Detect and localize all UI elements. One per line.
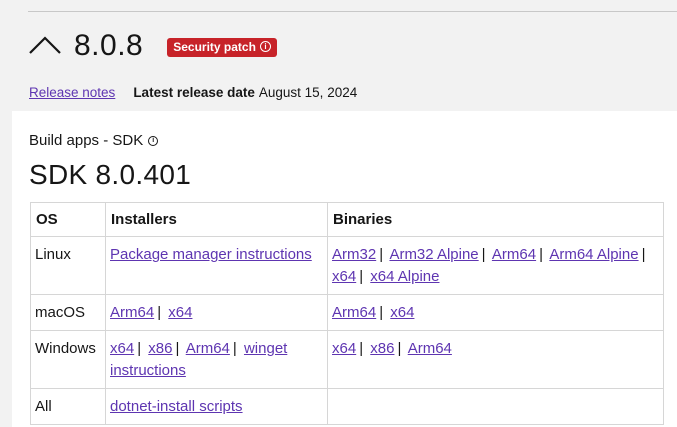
release-meta: Release notes Latest release date August…	[29, 85, 357, 100]
installer-link[interactable]: x64	[110, 340, 134, 357]
binarie-link[interactable]: Arm64 Alpine	[549, 246, 638, 263]
binarie-link[interactable]: Arm32 Alpine	[389, 246, 478, 263]
link-separator: |	[379, 246, 384, 263]
installers-cell: x64 | x86 | Arm64 | winget instructions	[105, 330, 328, 389]
link-separator: |	[641, 246, 646, 263]
installer-link[interactable]: Arm64	[110, 304, 154, 321]
table-row: Windows x64 | x86 | Arm64 | winget instructi…	[30, 330, 664, 389]
installers-cell: Arm64 | x64	[105, 294, 328, 331]
installer-link[interactable]: x86	[148, 340, 172, 357]
version-title: 8.0.8	[74, 29, 144, 62]
installer-link[interactable]: Package manager instructions	[110, 246, 312, 263]
link-separator: |	[397, 340, 402, 357]
link-separator: |	[175, 340, 180, 357]
version-header: 8.0.8 Security patch i	[28, 26, 277, 66]
sdk-title: SDK 8.0.401	[29, 159, 192, 190]
installer-link[interactable]: dotnet-install scripts	[110, 398, 243, 415]
binarie-link[interactable]: x64	[332, 268, 356, 285]
table-header-row: OS Installers Binaries	[30, 202, 664, 237]
link-separator: |	[359, 268, 364, 285]
binaries-cell	[327, 388, 664, 425]
sdk-panel: Build apps - SDK i SDK 8.0.401 OS Instal…	[12, 111, 677, 427]
binaries-cell: Arm32 | Arm32 Alpine | Arm64 | Arm64 Alpine…	[327, 236, 664, 295]
sdk-downloads-table: OS Installers Binaries Linux Package mana…	[30, 202, 664, 425]
link-separator: |	[232, 340, 237, 357]
binaries-cell: x64 | x86 | Arm64	[327, 330, 664, 389]
os-cell: Linux	[30, 236, 106, 295]
link-separator: |	[137, 340, 142, 357]
os-cell: All	[30, 388, 106, 425]
table-row: macOS Arm64 | x64 Arm64 | x64	[30, 294, 664, 331]
security-patch-badge: Security patch i	[167, 37, 277, 57]
column-header-installers: Installers	[105, 202, 328, 237]
column-header-os: OS	[30, 202, 106, 237]
binarie-link[interactable]: Arm64	[492, 246, 536, 263]
latest-release-date: August 15, 2024	[258, 85, 358, 100]
chevron-up-icon[interactable]	[28, 29, 62, 63]
binarie-link[interactable]: Arm64	[332, 304, 376, 321]
binarie-link[interactable]: x64	[332, 340, 356, 357]
binaries-cell: Arm64 | x64	[327, 294, 664, 331]
release-notes-link[interactable]: Release notes	[29, 85, 115, 100]
link-separator: |	[539, 246, 543, 263]
link-separator: |	[379, 304, 384, 321]
section-label: Build apps - SDK i	[29, 132, 159, 149]
info-icon[interactable]: i	[259, 41, 271, 52]
binarie-link[interactable]: Arm32	[332, 246, 376, 263]
section-label-text: Build apps - SDK	[29, 132, 144, 149]
top-divider	[28, 11, 677, 12]
os-cell: macOS	[30, 294, 106, 331]
binarie-link[interactable]: x64	[390, 304, 414, 321]
link-separator: |	[359, 340, 364, 357]
installer-link[interactable]: Arm64	[186, 340, 230, 357]
installers-cell: Package manager instructions	[105, 236, 328, 295]
installers-cell: dotnet-install scripts	[105, 388, 328, 425]
binarie-link[interactable]: Arm64	[408, 340, 452, 357]
os-cell: Windows	[30, 330, 106, 389]
column-header-binaries: Binaries	[327, 202, 664, 237]
table-row: All dotnet-install scripts	[30, 388, 664, 425]
binarie-link[interactable]: x64 Alpine	[370, 268, 439, 285]
installer-link[interactable]: x64	[168, 304, 192, 321]
link-separator: |	[157, 304, 162, 321]
badge-label: Security patch	[173, 39, 256, 54]
binarie-link[interactable]: x86	[370, 340, 394, 357]
info-icon[interactable]: i	[148, 135, 159, 146]
link-separator: |	[481, 246, 486, 263]
latest-release-label: Latest release date	[133, 85, 255, 100]
table-row: Linux Package manager instructions Arm32 | …	[30, 236, 664, 295]
